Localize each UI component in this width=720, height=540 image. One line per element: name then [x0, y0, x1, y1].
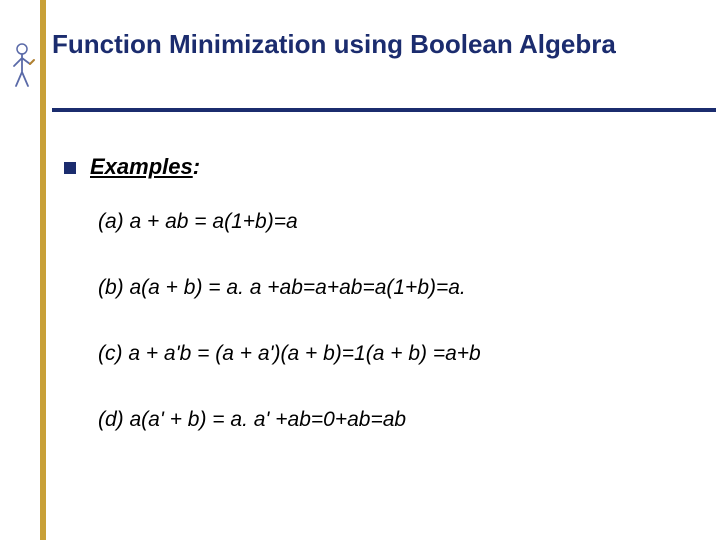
example-a: (a) a + ab = a(1+b)=a — [98, 210, 690, 234]
examples-heading: Examples: — [64, 154, 690, 180]
slide-title-text: Function Minimization using Boolean Alge… — [52, 24, 700, 66]
left-accent-bar — [40, 0, 46, 540]
example-b: (b) a(a + b) = a. a +ab=a+ab=a(1+b)=a. — [98, 276, 690, 300]
slide-body: Examples: (a) a + ab = a(1+b)=a (b) a(a … — [64, 154, 690, 474]
professor-icon — [8, 42, 36, 88]
examples-label-underlined: Examples — [90, 154, 193, 179]
example-c: (c) a + a'b = (a + a')(a + b)=1(a + b) =… — [98, 342, 690, 366]
bullet-icon — [64, 162, 76, 174]
slide-title: Function Minimization using Boolean Alge… — [52, 24, 700, 66]
title-underline — [52, 108, 716, 112]
examples-label-rest: : — [193, 154, 200, 179]
examples-label: Examples: — [90, 154, 200, 180]
example-d: (d) a(a' + b) = a. a' +ab=0+ab=ab — [98, 408, 690, 432]
slide: Function Minimization using Boolean Alge… — [0, 0, 720, 540]
